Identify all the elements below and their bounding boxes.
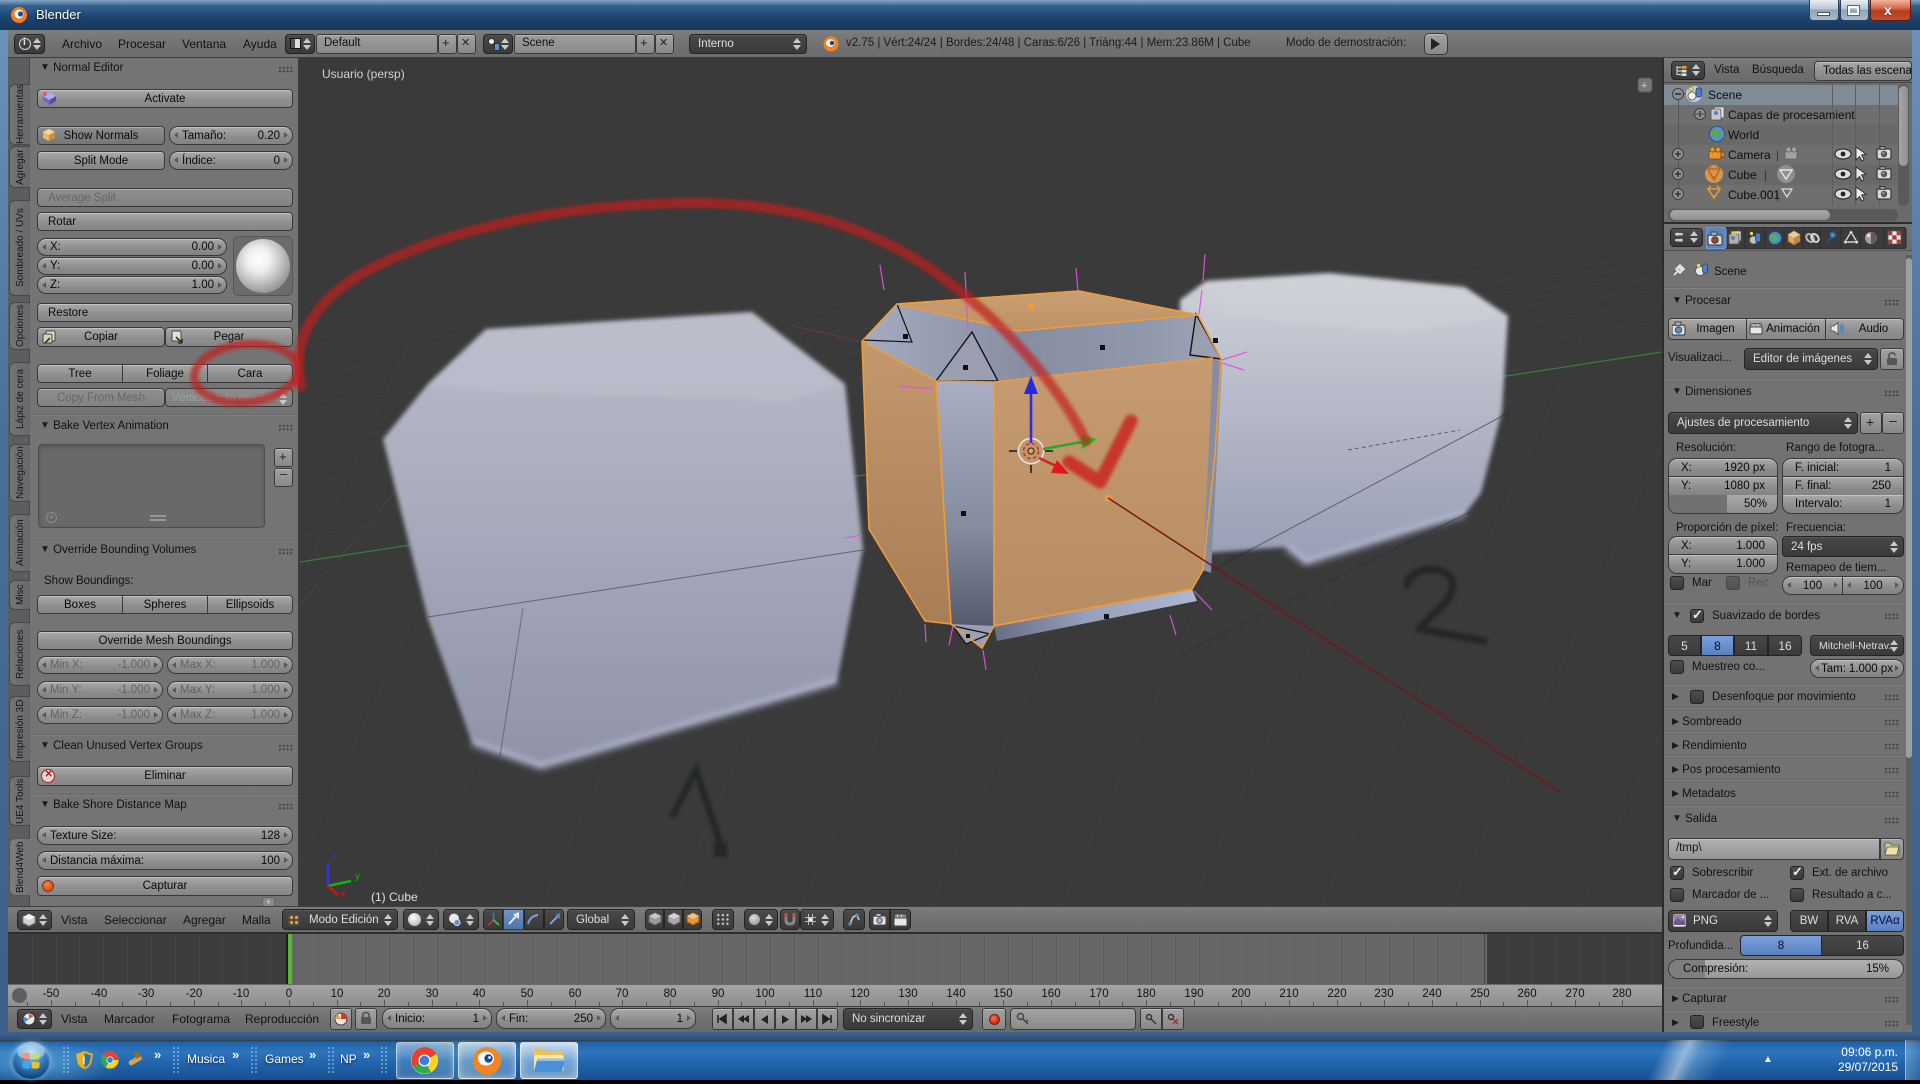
svg-text:Cube.001: Cube.001 xyxy=(1728,188,1780,202)
svg-text:(1) Cube: (1) Cube xyxy=(371,890,418,904)
svg-text:|: | xyxy=(1776,148,1779,162)
svg-text:|: | xyxy=(1776,188,1779,202)
svg-text:|: | xyxy=(1764,168,1767,182)
svg-text:y: y xyxy=(355,871,360,882)
svg-text:World: World xyxy=(1728,128,1759,142)
svg-text:z: z xyxy=(332,852,337,863)
svg-text:Cube: Cube xyxy=(1728,168,1757,182)
svg-text:!: ! xyxy=(82,1055,86,1067)
svg-text:Usuario (persp): Usuario (persp) xyxy=(322,67,405,81)
svg-text:Capas de procesamient: Capas de procesamient xyxy=(1728,108,1855,122)
svg-text:+: + xyxy=(1641,80,1647,92)
svg-text:Scene: Scene xyxy=(1708,88,1742,102)
svg-text:x: x xyxy=(341,889,346,900)
svg-text:Camera: Camera xyxy=(1728,148,1771,162)
